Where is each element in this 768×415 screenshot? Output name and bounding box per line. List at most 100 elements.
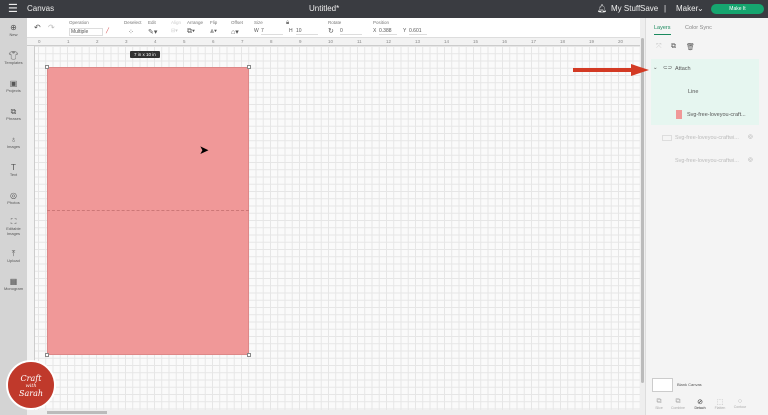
horizontal-ruler: 0 1 2 3 4 5 6 7 8 9 10 11 12 13 14 15 16 17 18 19 20	[27, 38, 640, 46]
x-input[interactable]: 0.388	[379, 28, 397, 35]
blank-canvas-label: Blank Canvas	[677, 382, 702, 387]
chevron-down-icon[interactable]: ⌄	[653, 65, 658, 71]
bell-icon[interactable]: 🔔︎	[597, 4, 607, 13]
eye-hidden-icon[interactable]: ◎	[748, 134, 753, 140]
tab-layers[interactable]: Layers	[654, 25, 671, 35]
attach-icon: ⊂⊃	[663, 65, 673, 71]
eye-hidden-icon[interactable]: ◎	[748, 157, 753, 163]
deselect-button[interactable]: Deselect ⁘	[124, 20, 142, 36]
width-input[interactable]: 7	[261, 28, 283, 35]
align-button[interactable]: Align ⊟▾	[171, 20, 181, 34]
resize-handle[interactable]	[45, 65, 49, 69]
ruler-tick-label: 6	[212, 39, 215, 44]
sidebar-item-monogram[interactable]: ▦ Monogram	[0, 277, 27, 291]
sidebar-item-projects[interactable]: ▣ Projects	[0, 79, 27, 93]
ruler-tick-label: 3	[125, 39, 128, 44]
ruler-tick-label: 12	[386, 39, 392, 44]
resize-handle[interactable]	[45, 353, 49, 357]
line-layer	[47, 210, 249, 211]
duplicate-icon[interactable]: ⧉	[671, 43, 676, 51]
layer-line[interactable]: Line	[688, 89, 698, 95]
contour-button[interactable]: ○ Contour	[731, 398, 749, 409]
horizontal-scrollbar[interactable]	[27, 410, 640, 415]
flip-button[interactable]: Flip ⩓▾	[210, 20, 217, 35]
resize-handle[interactable]	[247, 65, 251, 69]
sidebar-item-editable-images[interactable]: ⛶ Editable Images	[0, 217, 27, 236]
sidebar-item-phrases[interactable]: ⧉ Phrases	[0, 107, 27, 121]
group-icon[interactable]: ⤧	[656, 43, 662, 51]
ruler-tick-label: 5	[183, 39, 186, 44]
photo-icon: ◎	[10, 191, 17, 200]
slice-button[interactable]: ⧉ Slice	[650, 398, 668, 410]
my-stuff-link[interactable]: My Stuff	[611, 4, 640, 13]
attach-group[interactable]: ⌄ ⊂⊃ Attach Line Svg-free-loveyou-craft.…	[651, 59, 759, 125]
mouse-cursor-icon: ➤	[199, 143, 210, 157]
save-button[interactable]: Save	[640, 4, 658, 13]
offset-button[interactable]: Offset ⌂▾	[231, 20, 243, 36]
lock-icon[interactable]: 🔒︎	[286, 20, 289, 27]
combine-button[interactable]: ⧉ Combine	[669, 398, 687, 410]
size-group: Size 🔒︎ W7 H 10	[254, 20, 339, 35]
red-arrow-annotation	[573, 64, 649, 76]
flip-icon: ⩓▾	[210, 28, 217, 35]
ruler-tick-label: 11	[357, 39, 362, 44]
sidebar-item-upload[interactable]: ⤒ Upload	[0, 249, 27, 263]
ruler-tick-label: 7	[241, 39, 244, 44]
ruler-tick-label: 2	[96, 39, 99, 44]
ruler-tick-label: 8	[270, 39, 273, 44]
flatten-button[interactable]: ⬚ Flatten	[711, 398, 729, 410]
operation-group: Operation Multiple ╱	[69, 20, 110, 36]
ruler-tick-label: 10	[328, 39, 334, 44]
top-bar: ☰ Canvas Untitled* 🔔︎ My Stuff Save | Ma…	[0, 0, 768, 18]
vertical-ruler	[27, 46, 35, 410]
chevron-down-icon[interactable]: ⌄	[697, 4, 704, 13]
menu-icon[interactable]: ☰	[8, 2, 18, 15]
trash-icon[interactable]: 🗑︎	[686, 43, 695, 51]
ruler-tick-label: 20	[618, 39, 624, 44]
make-it-button[interactable]: Make It	[711, 4, 764, 14]
pen-color-icon[interactable]: ╱	[106, 28, 109, 34]
sidebar-item-photos[interactable]: ◎ Photos	[0, 191, 27, 205]
undo-icon[interactable]: ↶	[34, 23, 41, 32]
rotate-group: Rotate ↻ 0	[328, 20, 368, 35]
ruler-tick-label: 14	[444, 39, 450, 44]
machine-select[interactable]: Maker	[676, 4, 698, 13]
detach-button[interactable]: ⊘ Detach	[691, 398, 709, 410]
group-label: Attach	[675, 66, 691, 72]
size-tooltip: 7 in x 10 in	[130, 51, 160, 58]
sidebar-item-images[interactable]: ♁ Images	[0, 135, 27, 149]
align-icon: ⊟▾	[171, 28, 178, 34]
ruler-tick-label: 13	[415, 39, 421, 44]
height-input[interactable]: 10	[296, 28, 318, 35]
monogram-icon: ▦	[9, 277, 18, 286]
combine-icon: ⧉	[675, 398, 681, 405]
sidebar-item-text[interactable]: T Text	[0, 163, 27, 177]
tab-color-sync[interactable]: Color Sync	[685, 25, 712, 31]
position-group: Position X 0.388 Y 0.601	[373, 20, 443, 35]
edit-button[interactable]: Edit ✎▾	[148, 20, 157, 36]
sidebar-item-new[interactable]: ⊕ New	[0, 23, 27, 37]
blank-canvas-thumbnail[interactable]	[652, 378, 673, 392]
operation-select[interactable]: Multiple	[69, 28, 103, 36]
ruler-tick-label: 15	[473, 39, 479, 44]
selected-shape[interactable]	[45, 65, 251, 357]
text-icon: T	[11, 163, 16, 172]
deselect-icon: ⁘	[128, 29, 134, 36]
sidebar-item-templates[interactable]: 👕︎ Templates	[0, 51, 27, 65]
layer-hidden[interactable]: Svg-free-loveyou-craftwi...	[675, 158, 739, 164]
detach-icon: ⊘	[697, 399, 703, 406]
y-input[interactable]: 0.601	[409, 28, 427, 35]
layer-hidden[interactable]: Svg-free-loveyou-craftwi...	[675, 135, 739, 141]
craft-with-sarah-logo: Craft with Sarah	[6, 360, 56, 410]
bulb-icon: ♁	[10, 135, 17, 144]
shapes-icon: ⧉	[10, 107, 17, 116]
plus-circle-icon: ⊕	[10, 23, 17, 32]
ruler-tick-label: 1	[67, 39, 70, 44]
separator: |	[664, 4, 667, 13]
redo-icon[interactable]: ↷	[48, 23, 55, 32]
rotate-input[interactable]: 0	[340, 28, 362, 35]
resize-handle[interactable]	[247, 353, 251, 357]
layer-svg[interactable]: Svg-free-loveyou-craft...	[687, 112, 746, 118]
edit-toolbar: ↶ ↷ Operation Multiple ╱ Deselect ⁘ Edit ✎▾ …	[27, 18, 645, 38]
arrange-button[interactable]: Arrange ⧉▾	[187, 20, 203, 35]
